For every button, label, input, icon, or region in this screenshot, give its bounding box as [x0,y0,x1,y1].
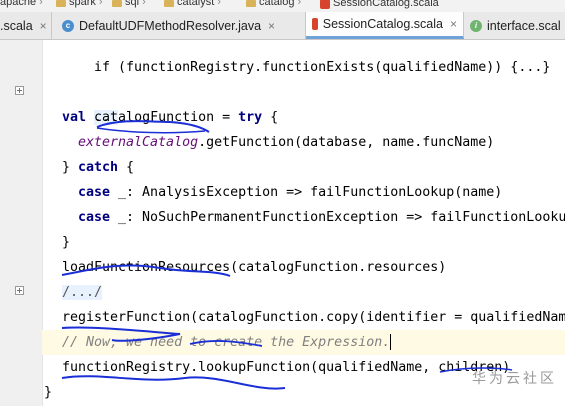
code-line[interactable]: if (functionRegistry.functionExists(qual… [62,30,550,75]
code-line[interactable]: ... [62,80,119,125]
code-line[interactable]: externalCatalog.getFunction(database, na… [78,130,494,155]
code-line[interactable]: val catalogFunction = try { [62,105,278,130]
code-line[interactable]: case _: AnalysisException => failFunctio… [78,180,502,205]
breadcrumb-item-file[interactable]: SessionCatalog.scala [320,0,439,9]
code-editor[interactable]: if (functionRegistry.functionExists(qual… [0,40,565,406]
code-line[interactable]: /.../ [62,280,103,305]
code-line[interactable]: } catch { [62,155,134,180]
code-line[interactable]: } [44,380,52,405]
code-line-current[interactable]: // Now, we need to create the Expression… [62,330,392,355]
chevron-right-icon: › [297,0,302,8]
breadcrumb-item-catalyst[interactable]: catalyst › [164,0,221,8]
code-line[interactable]: loadFunctionResources(catalogFunction.re… [62,255,446,280]
close-icon[interactable]: × [40,19,47,33]
scala-file-icon [312,18,318,30]
text-caret [390,334,392,350]
folder-icon [56,0,66,7]
close-icon[interactable]: × [450,17,457,31]
folded-code-placeholder[interactable]: /.../ [62,285,103,300]
code-line[interactable]: functionRegistry.lookupFunction(qualifie… [62,355,510,380]
folder-icon [112,0,122,7]
fold-expand-icon[interactable] [15,86,24,95]
chevron-right-icon: › [142,0,146,8]
code-line[interactable]: case _: NoSuchPermanentFunctionException… [78,205,565,230]
breadcrumb-item-sql[interactable]: sql › [112,0,146,8]
chevron-right-icon: › [217,0,221,8]
fold-expand-icon[interactable] [15,286,24,295]
tab-scala-partial[interactable]: .scala × [0,12,52,39]
chevron-right-icon: › [39,0,43,8]
folder-icon [246,0,256,7]
breadcrumb-item-spark[interactable]: spark › [56,0,103,8]
scala-file-icon [320,0,330,9]
code-line[interactable]: registerFunction(catalogFunction.copy(id… [62,305,565,330]
watermark-logo: 华为云社区 [472,371,557,387]
breadcrumb-item-apache[interactable]: apache › [0,0,43,8]
breadcrumb-item-catalog[interactable]: catalog › [246,0,301,8]
code-line[interactable]: } [62,230,70,255]
breadcrumb: apache › spark › sql › catalyst › catalog › S… [0,0,565,12]
chevron-right-icon: › [98,0,103,8]
folder-icon [164,0,174,7]
